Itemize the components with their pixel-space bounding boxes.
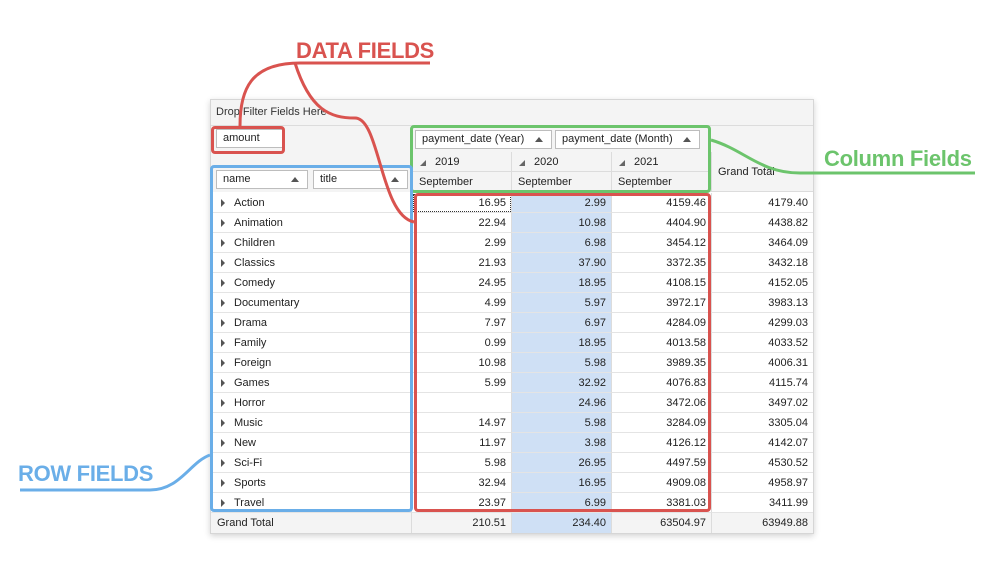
- column-fields-annotation: Column Fields: [824, 146, 972, 171]
- data-values-connector: [293, 62, 415, 224]
- row-fields-annotation: ROW FIELDS: [18, 461, 154, 486]
- data-fields-annotation: DATA FIELDS: [296, 38, 435, 63]
